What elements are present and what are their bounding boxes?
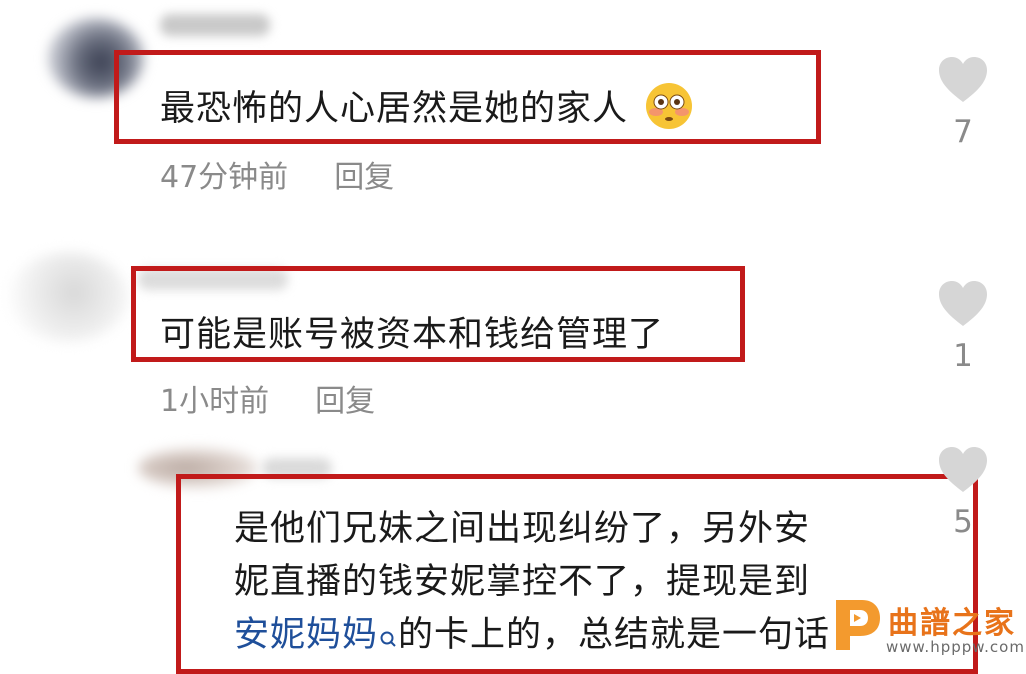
comment-line: 安妮妈妈 的卡上的，总结就是一句话 [234, 609, 894, 668]
like-button[interactable]: 7 [933, 56, 993, 150]
comment-body: 最恐怖的人心居然是她的家人 [160, 89, 629, 129]
watermark-url: www.hpppw.com [886, 638, 1025, 656]
reply-button[interactable]: 回复 [315, 384, 375, 419]
like-count: 1 [953, 338, 973, 374]
heart-icon [939, 281, 987, 326]
flushed-face-icon [644, 81, 694, 140]
heart-icon [939, 447, 987, 492]
search-icon[interactable] [378, 615, 398, 668]
comment-text: 最恐怖的人心居然是她的家人 [160, 80, 694, 140]
comment-meta: 1小时前 回复 [160, 376, 375, 420]
comment-text: 可能是账号被资本和钱给管理了 [160, 315, 665, 355]
timestamp: 47分钟前 [160, 160, 289, 195]
heart-icon [939, 57, 987, 102]
comment-line: 妮直播的钱安妮掌控不了，提现是到 [234, 562, 811, 602]
reply-button[interactable]: 回复 [334, 160, 394, 195]
like-button[interactable]: 1 [933, 280, 993, 374]
like-button[interactable]: 5 [933, 446, 993, 540]
watermark: 曲譜之家 www.hpppw.com [828, 592, 1026, 666]
search-link[interactable]: 安妮妈妈 [234, 615, 378, 655]
username[interactable] [160, 14, 270, 36]
timestamp: 1小时前 [160, 384, 270, 419]
comment-meta: 47分钟前 回复 [160, 152, 394, 196]
watermark-name: 曲譜之家 [888, 606, 1016, 641]
comment-line: 是他们兄妹之间出现纠纷了，另外安 [234, 509, 811, 549]
like-count: 5 [953, 504, 973, 540]
avatar[interactable] [8, 252, 128, 342]
like-count: 7 [953, 114, 973, 150]
comment-text: 是他们兄妹之间出现纠纷了，另外安 妮直播的钱安妮掌控不了，提现是到 安妮妈妈 的卡… [234, 503, 894, 668]
comment-body: 的卡上的，总结就是一句话 [398, 615, 831, 655]
watermark-logo-icon [836, 600, 880, 650]
